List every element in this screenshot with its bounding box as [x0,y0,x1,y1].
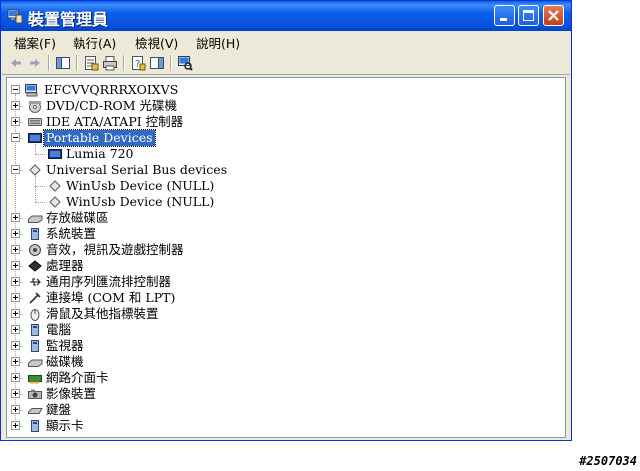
toolbar: ? [2,52,570,75]
expand-toggle[interactable] [11,261,20,270]
tree-item-label: Universal Serial Bus devices [46,162,228,177]
expand-toggle[interactable] [11,309,20,318]
close-icon [548,10,559,21]
cdrom-icon [29,101,41,113]
port-icon [29,292,41,304]
help-icon[interactable]: ? [130,55,146,71]
phone-device-icon [48,149,62,159]
menu-bar: 檔案(F) 執行(A) 檢視(V) 說明(H) [2,31,570,53]
computer-icon [31,324,39,336]
tree-item-label: 磁碟機 [46,354,84,369]
expand-toggle[interactable] [11,117,20,126]
show-hide-action-pane-icon[interactable] [149,55,165,71]
device-manager-icon [7,9,23,24]
expand-toggle[interactable] [11,101,20,110]
expand-toggle[interactable] [11,245,20,254]
toolbar-separator [123,55,125,71]
print-icon[interactable] [102,55,118,71]
tree-guide-line [35,144,36,154]
tree-branch-line [35,186,45,187]
window-title: 裝置管理員 [28,10,109,29]
tree-guide-line [35,176,36,202]
tree-item-label: 滑鼠及其他指標裝置 [46,306,159,321]
menu-view[interactable]: 檢視(V) [135,33,178,52]
usb-diamond-icon [49,196,61,208]
tree-item-label: 顯示卡 [46,418,84,433]
ide-controller-icon [28,118,42,126]
tree-item-label: DVD/CD-ROM 光碟機 [46,98,178,113]
expand-toggle[interactable] [11,421,20,430]
keyboard-icon [28,408,43,414]
computer-name: EFCVVQRRRXOIXVS [44,82,179,97]
tree-item-label: 系統裝置 [46,226,97,241]
tree-item-label: WinUsb Device (NULL) [66,178,215,193]
usb-diamond-icon [49,180,61,192]
tree-item-label: 通用序列匯流排控制器 [46,274,172,289]
forward-arrow-icon[interactable] [27,55,43,71]
minimize-icon [500,18,507,21]
collapse-toggle[interactable] [11,85,20,94]
tree-item-label: Lumia 720 [66,146,134,161]
computer-root-icon [25,84,38,97]
disk-drive-icon [28,359,43,367]
tree-item-label: 影像裝置 [46,386,97,401]
mouse-icon [30,309,40,321]
device-manager-window: 裝置管理員 檔案(F) 執行(A) 檢視(V) 說明(H) ? EFCVVQRR… [0,0,572,441]
collapse-toggle[interactable] [11,133,20,142]
tree-item-label: 鍵盤 [46,402,72,417]
menu-file[interactable]: 檔案(F) [14,33,56,52]
sound-icon [29,244,41,256]
toolbar-separator [76,55,78,71]
tree-item-label: 音效，視訊及遊戲控制器 [46,242,184,257]
expand-toggle[interactable] [11,341,20,350]
maximize-icon [523,10,534,21]
device-tree[interactable]: EFCVVQRRRXOIXVS DVD/CD-ROM 光碟機 IDE ATA/AT… [6,77,566,438]
expand-toggle[interactable] [11,373,20,382]
close-button[interactable] [543,5,564,26]
system-device-icon [31,228,39,240]
expand-toggle[interactable] [11,325,20,334]
tree-item-label: IDE ATA/ATAPI 控制器 [46,114,184,129]
expand-toggle[interactable] [11,357,20,366]
menu-help[interactable]: 說明(H) [196,33,240,52]
expand-toggle[interactable] [11,405,20,414]
tree-item-label: 監視器 [46,338,84,353]
menu-action[interactable]: 執行(A) [73,33,116,52]
tree-item-label: 處理器 [46,258,84,273]
expand-toggle[interactable] [11,293,20,302]
scan-hardware-icon[interactable] [177,55,193,71]
processor-icon [28,260,42,272]
tree-item-label: 網路介面卡 [46,370,109,385]
tree-item-label: 電腦 [46,322,72,337]
storage-volume-icon [28,215,43,223]
display-adapter-icon [31,420,39,432]
expand-toggle[interactable] [11,213,20,222]
properties-icon[interactable] [83,55,99,71]
maximize-button[interactable] [518,5,539,26]
expand-toggle[interactable] [11,389,20,398]
watermark: #2507034 [579,454,637,468]
tree-item-label: WinUsb Device (NULL) [66,194,215,209]
tree-branch-line [35,154,45,155]
expand-toggle[interactable] [11,277,20,286]
tree-item-label: 連接埠 (COM 和 LPT) [46,290,176,305]
tree-item-label: Portable Devices [43,129,156,147]
title-bar[interactable]: 裝置管理員 [1,1,571,31]
tree-branch-line [35,202,45,203]
toolbar-separator [170,55,172,71]
toolbar-separator [48,55,50,71]
minimize-button[interactable] [494,5,515,26]
usb-controller-icon [30,278,41,286]
monitor-icon [31,340,39,352]
collapse-toggle[interactable] [11,165,20,174]
back-arrow-icon[interactable] [8,55,24,71]
expand-toggle[interactable] [11,229,20,238]
imaging-device-icon [28,389,42,399]
tree-item-label: 存放磁碟區 [46,210,109,225]
network-card-icon [28,375,42,384]
show-hide-tree-icon[interactable] [55,55,71,71]
